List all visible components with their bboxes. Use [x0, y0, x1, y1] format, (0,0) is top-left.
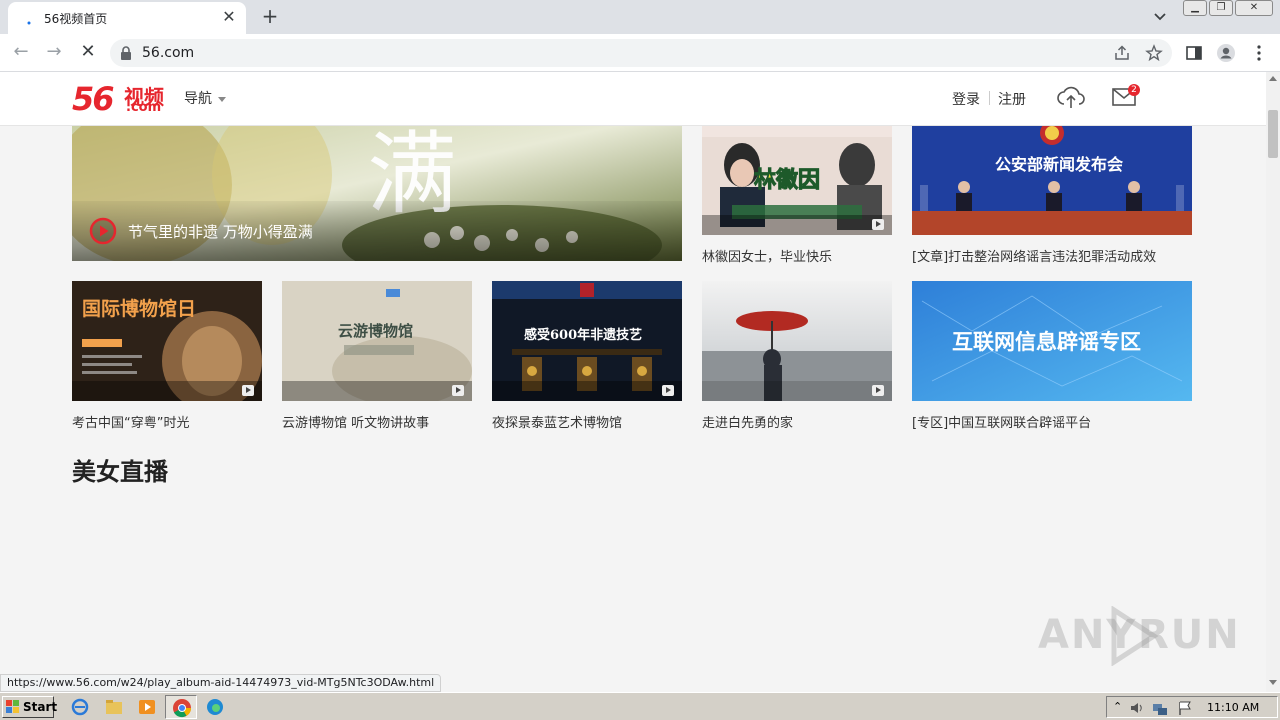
tab-search-chevron-icon[interactable] [1150, 8, 1170, 26]
file-explorer-icon[interactable] [103, 697, 125, 717]
start-button[interactable]: Start [2, 696, 58, 718]
thumb-bar [492, 381, 682, 401]
upload-cloud-icon[interactable] [1056, 84, 1086, 110]
thumb-overlay-text: 感受600年非遗技艺 [524, 327, 642, 343]
video-caption[interactable]: 林徽因女士，毕业快乐 [702, 246, 832, 265]
video-caption[interactable]: 夜探景泰蓝艺术博物馆 [492, 412, 622, 431]
video-caption[interactable]: 云游博物馆 听文物讲故事 [282, 412, 429, 431]
logo-domain: .com [126, 100, 162, 115]
register-link[interactable]: 注册 [998, 89, 1026, 109]
media-player-icon[interactable] [136, 697, 158, 717]
watermark-text-any: ANY [1038, 612, 1138, 658]
lock-icon [121, 46, 131, 60]
share-icon[interactable] [1113, 44, 1131, 62]
thumb-overlay-text: 互联网信息辟谣专区 [952, 330, 1141, 354]
url-text: 56.com [142, 45, 195, 61]
site-logo[interactable]: 56 视频 .com [72, 80, 164, 118]
chrome-taskbar-button[interactable] [165, 695, 197, 719]
tab-close-icon[interactable]: ✕ [220, 8, 238, 26]
minimize-button[interactable]: ▁ [1183, 0, 1207, 16]
scroll-thumb[interactable] [1268, 110, 1278, 158]
scroll-down-arrow-icon[interactable] [1269, 680, 1277, 685]
video-card[interactable]: 林徽因 林徽因女士，毕业快乐 [702, 125, 892, 265]
taskbar-clock: 11:10 AM [1207, 701, 1260, 714]
section-title-live: 美女直播 [72, 458, 168, 486]
edge-icon[interactable] [204, 697, 226, 717]
bookmark-star-icon[interactable] [1145, 44, 1163, 62]
address-bar[interactable]: 56.com [110, 39, 1172, 67]
video-card[interactable]: 走进白先勇的家 [702, 281, 892, 431]
logo-number: 56 [72, 80, 115, 118]
play-circle-icon[interactable] [89, 217, 117, 245]
video-play-icon [662, 385, 674, 396]
status-bar-url: https://www.56.com/w24/play_album-aid-14… [0, 674, 442, 692]
thumb-overlay-text: 云游博物馆 [338, 322, 413, 340]
back-button[interactable]: ← [9, 41, 33, 65]
tab-56-video[interactable]: 56视频首页 ✕ [8, 2, 246, 34]
video-play-icon [872, 219, 884, 230]
zone-caption[interactable]: [专区]中国互联网联合辟谣平台 [912, 412, 1091, 431]
thumb-bar [702, 381, 892, 401]
thumb-bar [282, 381, 472, 401]
video-caption[interactable]: 考古中国“穿粤”时光 [72, 412, 189, 431]
article-thumbnail: 公安部新闻发布会 [912, 125, 1192, 235]
tab-strip: 56视频首页 ✕ + ▁ ❐ ✕ [0, 0, 1280, 34]
restore-button[interactable]: ❐ [1209, 0, 1233, 16]
caret-down-icon [218, 96, 226, 102]
video-card[interactable]: 云游博物馆 云游博物馆 听文物讲故事 [282, 281, 472, 431]
start-label: Start [23, 700, 58, 714]
thumb-bar [72, 381, 262, 401]
forward-button[interactable]: → [42, 41, 66, 65]
thumb-overlay-text: 公安部新闻发布会 [995, 155, 1123, 174]
mail-count-badge: 2 [1128, 84, 1140, 96]
thumb-overlay-text: 林徽因 [754, 167, 820, 193]
login-link[interactable]: 登录 [952, 89, 980, 109]
thumb-overlay-text: 国际博物馆日 [82, 297, 196, 320]
page-scrollbar[interactable] [1266, 72, 1280, 692]
video-play-icon [242, 385, 254, 396]
featured-title[interactable]: 节气里的非遗 万物小得盈满 [128, 221, 313, 242]
nav-dropdown[interactable]: 导航 [184, 88, 226, 108]
divider [989, 91, 990, 105]
special-zone-card[interactable]: 互联网信息辟谣专区 [专区]中国互联网联合辟谣平台 [912, 281, 1212, 431]
video-play-icon [452, 385, 464, 396]
video-play-icon [872, 385, 884, 396]
video-card[interactable]: 国际博物馆日 考古中国“穿粤”时光 [72, 281, 262, 431]
video-card[interactable]: 感受600年非遗技艺 夜探景泰蓝艺术博物馆 [492, 281, 682, 431]
thumb-bar [702, 215, 892, 235]
article-caption[interactable]: [文章]打击整治网络谣言违法犯罪活动成效 [912, 246, 1156, 265]
chrome-icon [173, 699, 191, 718]
network-icon[interactable] [1152, 700, 1168, 716]
nav-label: 导航 [184, 91, 212, 107]
stop-loading-button[interactable]: ✕ [76, 41, 100, 65]
scroll-up-arrow-icon[interactable] [1269, 76, 1277, 81]
site-header: 56 视频 .com 导航 登录 注册 2 [0, 72, 1266, 126]
watermark-text-run: RUN [1138, 612, 1241, 658]
browser-toolbar: ← → ✕ 56.com [0, 34, 1280, 72]
action-center-flag-icon[interactable] [1177, 700, 1193, 716]
internet-explorer-icon[interactable] [69, 697, 91, 717]
new-tab-button[interactable]: + [258, 5, 282, 29]
zone-thumbnail: 互联网信息辟谣专区 [912, 281, 1192, 401]
tray-expand-icon[interactable]: ⌃ [1113, 700, 1122, 713]
profile-avatar-icon[interactable] [1216, 43, 1236, 63]
side-panel-icon[interactable] [1184, 43, 1204, 63]
windows-taskbar: Start ⌃ 11:10 AM [0, 692, 1280, 720]
article-card[interactable]: 公安部新闻发布会 [文章]打击整治网络谣言违法犯罪活动成效 [912, 125, 1212, 265]
windows-logo-icon [6, 700, 19, 713]
loading-spinner-icon [27, 21, 31, 25]
tab-title: 56视频首页 [44, 12, 108, 26]
menu-kebab-icon[interactable] [1249, 43, 1269, 63]
featured-video-card[interactable]: 满 节气里的非遗 万物小得盈满 [72, 125, 682, 261]
volume-icon[interactable] [1129, 700, 1145, 716]
video-caption[interactable]: 走进白先勇的家 [702, 412, 793, 431]
window-close-button[interactable]: ✕ [1235, 0, 1273, 16]
